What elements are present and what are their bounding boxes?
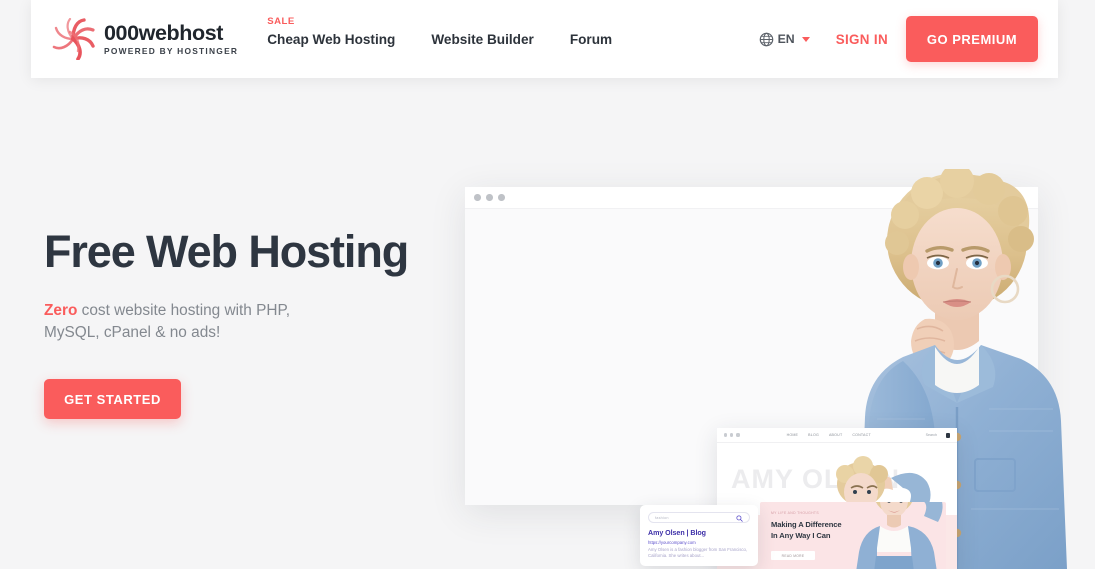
browser-titlebar — [465, 187, 1038, 209]
magnifier-icon[interactable] — [736, 509, 743, 527]
search-result-description: Amy Olsen is a fashion blogger from San … — [648, 547, 748, 559]
promo-headline: Making A Difference In Any Way I Can — [771, 520, 842, 542]
window-dots-icon[interactable] — [474, 194, 481, 201]
hero-copy: Free Web Hosting Zero cost website hosti… — [44, 226, 444, 420]
globe-icon — [759, 32, 774, 47]
window-dots-icon[interactable] — [486, 194, 493, 201]
mock-site-actions: Search — [926, 432, 950, 438]
brand-name: 000webhost — [104, 20, 224, 45]
brand-text: 000webhost POWERED BY HOSTINGER — [104, 20, 239, 57]
mock-nav-item-about[interactable]: ABOUT — [829, 433, 842, 437]
shopping-bag-icon[interactable] — [946, 432, 950, 438]
nav-label: Forum — [569, 31, 613, 47]
signin-link[interactable]: SIGN IN — [836, 32, 888, 47]
mock-site-nav: HOME BLOG ABOUT CONTACT — [787, 433, 881, 437]
nav-item-forum[interactable]: Forum — [570, 32, 612, 47]
search-result-url[interactable]: https://yourcompany.com — [648, 540, 750, 545]
nav-item-cheap-web-hosting[interactable]: SALE Cheap Web Hosting — [267, 16, 396, 47]
promo-headline-line2: In Any Way I Can — [771, 530, 831, 540]
main-nav: SALE Cheap Web Hosting Website Builder F… — [267, 0, 648, 78]
window-dots-icon[interactable] — [498, 194, 505, 201]
sale-badge: SALE — [267, 15, 295, 27]
mock-nav-item-blog[interactable]: BLOG — [808, 433, 819, 437]
promo-read-more-button[interactable]: READ MORE — [771, 551, 815, 560]
page-root: 000webhost POWERED BY HOSTINGER SALE Che… — [0, 0, 1095, 569]
promo-kicker: MY LIFE AND THOUGHTS — [771, 511, 819, 515]
promo-button-label: READ MORE — [781, 553, 805, 558]
get-started-button[interactable]: GET STARTED — [44, 379, 181, 420]
promo-card: MY LIFE AND THOUGHTS Making A Difference… — [760, 502, 946, 569]
search-result-card: fashion Amy Olsen | Blog https://yourcom… — [640, 505, 758, 566]
search-placeholder: fashion — [655, 515, 669, 520]
hero-subtitle-rest: cost website hosting with PHP, MySQL, cP… — [44, 301, 291, 341]
nav-label: Website Builder — [431, 31, 534, 47]
hero-subtitle-accent: Zero — [44, 301, 78, 319]
brand-logo[interactable]: 000webhost POWERED BY HOSTINGER — [50, 17, 239, 61]
go-premium-button[interactable]: GO PREMIUM — [906, 16, 1038, 62]
nav-label: Cheap Web Hosting — [267, 31, 396, 47]
page-title: Free Web Hosting — [44, 226, 409, 277]
model-photo-promo — [844, 502, 946, 569]
swirl-logo-icon — [50, 17, 97, 61]
site-header: 000webhost POWERED BY HOSTINGER SALE Che… — [31, 0, 1058, 78]
browser-titlebar-secondary: HOME BLOG ABOUT CONTACT Search — [717, 428, 957, 443]
brand-tagline: POWERED BY HOSTINGER — [104, 46, 239, 57]
search-input[interactable]: fashion — [648, 512, 750, 523]
hero-subtitle: Zero cost website hosting with PHP, MySQ… — [44, 300, 314, 344]
language-label: EN — [777, 32, 795, 46]
mock-search-label[interactable]: Search — [926, 433, 937, 437]
mock-nav-item-contact[interactable]: CONTACT — [852, 433, 871, 437]
window-dots-icon[interactable] — [724, 433, 743, 437]
nav-item-website-builder[interactable]: Website Builder — [431, 32, 533, 47]
language-selector[interactable]: EN — [759, 32, 810, 47]
header-actions: EN SIGN IN GO PREMIUM — [759, 16, 1038, 62]
hero-illustration: HOME BLOG ABOUT CONTACT Search AMY OLSEN — [455, 150, 1095, 569]
promo-headline-line1: Making A Difference — [771, 520, 842, 529]
mock-nav-item-home[interactable]: HOME — [787, 433, 799, 437]
search-result-title[interactable]: Amy Olsen | Blog — [648, 529, 750, 537]
chevron-down-icon — [801, 36, 810, 42]
